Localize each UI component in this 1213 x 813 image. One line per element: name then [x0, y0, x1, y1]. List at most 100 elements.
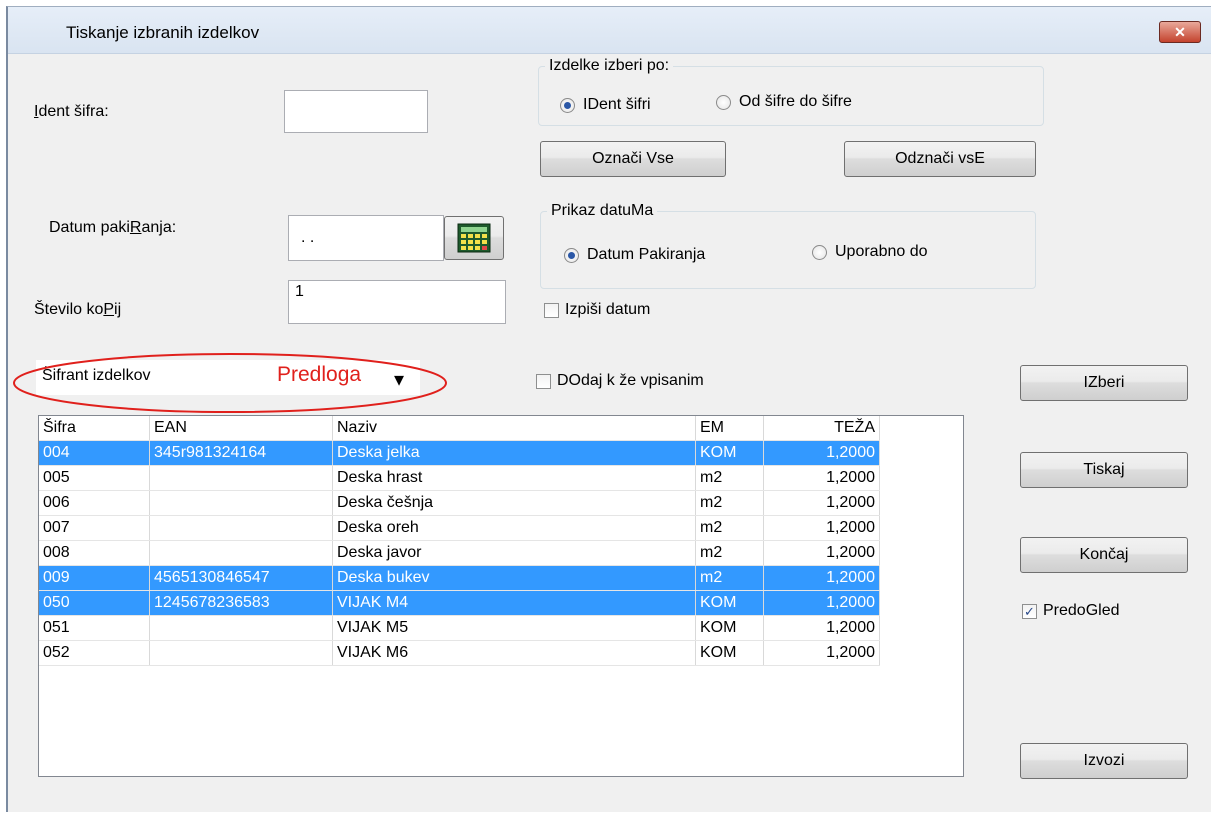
- window-title: Tiskanje izbranih izdelkov: [66, 23, 260, 42]
- cell-sifra: 004: [39, 440, 150, 466]
- table-row[interactable]: 008 Deska javor m2 1,2000: [39, 540, 880, 566]
- radio-use-by-label: Uporabno do: [835, 243, 928, 260]
- radio-use-by[interactable]: Uporabno do: [812, 243, 928, 261]
- cell-ean: [149, 540, 333, 566]
- print-button[interactable]: Tiskaj: [1020, 452, 1188, 488]
- table-row[interactable]: 006 Deska češnja m2 1,2000: [39, 490, 880, 516]
- cell-teza: 1,2000: [763, 440, 880, 466]
- calendar-button[interactable]: [444, 216, 504, 260]
- annotation-ellipse: [13, 353, 447, 413]
- cell-em: KOM: [695, 615, 764, 641]
- cell-ean: 345r981324164: [149, 440, 333, 466]
- cell-teza: 1,2000: [763, 515, 880, 541]
- radio-packing-date-indicator: [564, 247, 579, 263]
- cell-teza: 1,2000: [763, 540, 880, 566]
- print-date-checkbox[interactable]: Izpiši datum: [544, 301, 650, 319]
- column-header-ean[interactable]: EAN: [149, 416, 333, 441]
- deselect-all-button[interactable]: Odznači vsE: [844, 141, 1036, 177]
- radio-packing-date[interactable]: Datum Pakiranja: [564, 246, 705, 264]
- table-row[interactable]: 009 4565130846547 Deska bukev m2 1,2000: [39, 565, 880, 591]
- column-header-teza[interactable]: TEŽA: [763, 416, 880, 441]
- radio-ident-label: IDent šifri: [583, 96, 651, 113]
- radio-range-indicator: [716, 94, 731, 110]
- cell-teza: 1,2000: [763, 615, 880, 641]
- cell-naziv: VIJAK M4: [332, 590, 696, 616]
- cell-teza: 1,2000: [763, 465, 880, 491]
- cell-ean: [149, 490, 333, 516]
- cell-ean: 4565130846547: [149, 565, 333, 591]
- cell-naziv: Deska češnja: [332, 490, 696, 516]
- cell-sifra: 006: [39, 490, 150, 516]
- cell-ean: [149, 640, 333, 666]
- add-to-existing-label: DOdaj k že vpisanim: [557, 372, 704, 389]
- radio-ident-indicator: [560, 97, 575, 113]
- export-button[interactable]: Izvozi: [1020, 743, 1188, 779]
- cell-em: m2: [695, 465, 764, 491]
- selection-mode-title: Izdelke izberi po:: [545, 57, 674, 75]
- table-row[interactable]: 052 VIJAK M6 KOM 1,2000: [39, 640, 880, 666]
- table-row[interactable]: 051 VIJAK M5 KOM 1,2000: [39, 615, 880, 641]
- column-header-em[interactable]: EM: [695, 416, 764, 441]
- cell-ean: 1245678236583: [149, 590, 333, 616]
- table-row[interactable]: 004 345r981324164 Deska jelka KOM 1,2000: [39, 440, 880, 466]
- packing-date-label: Datum pakiRanja:: [49, 219, 177, 236]
- cell-sifra: 050: [39, 590, 150, 616]
- calendar-icon: [457, 223, 491, 253]
- cell-sifra: 051: [39, 615, 150, 641]
- close-button[interactable]: ✕: [1159, 21, 1201, 43]
- table-header-row: Šifra EAN Naziv EM TEŽA: [39, 416, 880, 441]
- cell-naziv: Deska javor: [332, 540, 696, 566]
- cell-ean: [149, 615, 333, 641]
- copies-input[interactable]: 1: [288, 280, 506, 324]
- products-grid[interactable]: Šifra EAN Naziv EM TEŽA 004 345r981324164…: [38, 415, 964, 777]
- table-row[interactable]: 005 Deska hrast m2 1,2000: [39, 465, 880, 491]
- cell-naziv: VIJAK M5: [332, 615, 696, 641]
- copies-label: Število koPij: [34, 301, 122, 318]
- cell-em: KOM: [695, 590, 764, 616]
- column-header-sifra[interactable]: Šifra: [39, 416, 150, 441]
- radio-packing-date-label: Datum Pakiranja: [587, 246, 706, 263]
- cell-sifra: 008: [39, 540, 150, 566]
- radio-ident[interactable]: IDent šifri: [560, 96, 651, 114]
- print-date-checkbox-box: [544, 302, 559, 318]
- cell-sifra: 052: [39, 640, 150, 666]
- cell-naziv: VIJAK M6: [332, 640, 696, 666]
- column-header-naziv[interactable]: Naziv: [332, 416, 696, 441]
- cell-sifra: 005: [39, 465, 150, 491]
- table-row[interactable]: 050 1245678236583 VIJAK M4 KOM 1,2000: [39, 590, 880, 616]
- cell-em: m2: [695, 565, 764, 591]
- cell-em: m2: [695, 490, 764, 516]
- preview-checkbox[interactable]: ✓ PredoGled: [1022, 602, 1120, 620]
- cell-teza: 1,2000: [763, 590, 880, 616]
- cell-em: m2: [695, 515, 764, 541]
- radio-use-by-indicator: [812, 244, 827, 260]
- cell-naziv: Deska bukev: [332, 565, 696, 591]
- select-all-button[interactable]: Označi Vse: [540, 141, 726, 177]
- cell-sifra: 009: [39, 565, 150, 591]
- ident-input[interactable]: [284, 90, 428, 133]
- packing-date-input[interactable]: . .: [288, 215, 444, 261]
- radio-range[interactable]: Od šifre do šifre: [716, 93, 852, 111]
- cell-naziv: Deska hrast: [332, 465, 696, 491]
- cell-ean: [149, 515, 333, 541]
- table-row[interactable]: 007 Deska oreh m2 1,2000: [39, 515, 880, 541]
- products-table: Šifra EAN Naziv EM TEŽA 004 345r981324164…: [39, 416, 880, 666]
- date-display-title: Prikaz datuMa: [547, 202, 658, 220]
- cell-naziv: Deska jelka: [332, 440, 696, 466]
- cell-em: KOM: [695, 440, 764, 466]
- cell-sifra: 007: [39, 515, 150, 541]
- add-to-existing-checkbox[interactable]: DOdaj k že vpisanim: [536, 372, 704, 390]
- preview-checkbox-box: ✓: [1022, 603, 1037, 619]
- cell-naziv: Deska oreh: [332, 515, 696, 541]
- add-to-existing-checkbox-box: [536, 373, 551, 389]
- finish-button[interactable]: Končaj: [1020, 537, 1188, 573]
- cell-ean: [149, 465, 333, 491]
- choose-button[interactable]: IZberi: [1020, 365, 1188, 401]
- cell-teza: 1,2000: [763, 490, 880, 516]
- print-date-label: Izpiši datum: [565, 301, 651, 318]
- cell-teza: 1,2000: [763, 565, 880, 591]
- table-body: 004 345r981324164 Deska jelka KOM 1,2000 005 D…: [39, 440, 880, 666]
- cell-em: KOM: [695, 640, 764, 666]
- preview-label: PredoGled: [1043, 602, 1120, 619]
- dialog-window: Tiskanje izbranih izdelkov ✕ Ident šifra…: [6, 6, 1211, 812]
